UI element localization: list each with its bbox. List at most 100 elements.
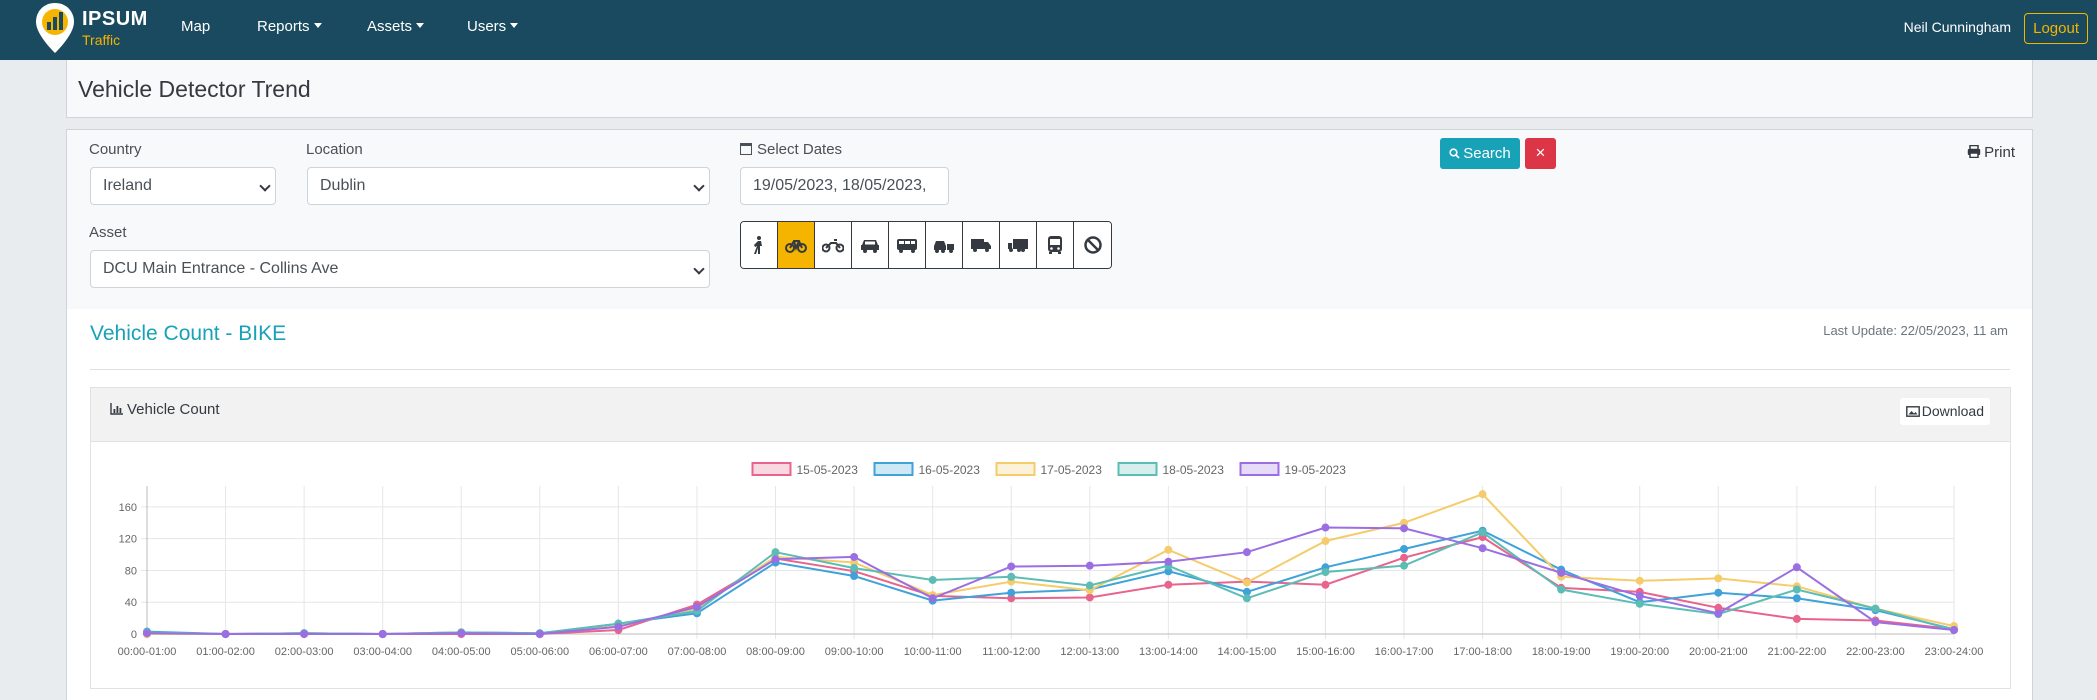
x-tick-label: 08:00-09:00 [746,646,805,658]
data-point [1871,618,1880,627]
legend-swatch [1239,462,1280,476]
data-point [1714,609,1723,618]
legend-item: 18-05-2023 [1117,462,1225,477]
line-chart: 0 40 80 120 160 00:00-01:00 01:00-02:00 02:00-0… [118,462,1983,658]
location-pin-icon [36,3,74,53]
country-select[interactable]: Ireland [90,167,276,205]
data-point [850,572,859,581]
legend-label: 19-05-2023 [1285,463,1347,477]
data-point [1321,580,1330,589]
x-tick-label: 03:00-04:00 [353,646,412,658]
print-button[interactable]: Print [1967,144,2015,161]
x-tick-label: 17:00-18:00 [1453,646,1512,658]
clear-button[interactable]: × [1525,138,1556,169]
chevron-down-icon [259,180,271,192]
data-point [1792,585,1801,594]
x-tick-label: 00:00-01:00 [118,646,177,658]
brand-logo[interactable]: IPSUM Traffic [34,2,147,54]
chart-title: Vehicle Count [127,401,220,418]
data-point [1635,576,1644,585]
data-point [771,555,780,564]
data-point [850,552,859,561]
data-point [928,594,937,603]
logout-button[interactable]: Logout [2024,13,2088,44]
legend-label: 18-05-2023 [1163,463,1225,477]
dates-input[interactable]: 19/05/2023, 18/05/2023, [740,167,949,205]
vehicle-type-pedestrian[interactable] [741,222,778,268]
x-tick-label: 15:00-16:00 [1296,646,1355,658]
series-line [146,531,1955,636]
x-tick-label: 04:00-05:00 [432,646,491,658]
data-point [1164,557,1173,566]
vehicle-type-toggle-group [740,221,1112,269]
data-point [1400,561,1409,570]
section-title: Vehicle Count - BIKE [90,322,287,345]
car-icon [861,240,879,253]
data-point [378,630,387,638]
x-tick-label: 18:00-19:00 [1532,646,1591,658]
printer-icon [1967,144,1981,159]
chart-header: Vehicle Count Download [91,388,2010,442]
nav-reports[interactable]: Reports [257,18,322,35]
y-tick-label: 120 [119,534,137,546]
vehicle-type-bicycle[interactable] [778,222,815,268]
nav-assets[interactable]: Assets [367,18,425,35]
vehicle-type-truck[interactable] [963,222,1000,268]
data-point [300,630,309,638]
x-tick-label: 21:00-22:00 [1768,646,1827,658]
data-point [1164,545,1173,554]
data-point [1085,593,1094,602]
chart-body: 0 40 80 120 160 00:00-01:00 01:00-02:00 02:00-0… [91,443,2010,688]
print-label: Print [1984,144,2015,161]
y-tick-label: 160 [119,502,137,514]
vehicle-type-lorry[interactable] [1000,222,1037,268]
last-update: Last Update: 22/05/2023, 11 am [1823,323,2008,338]
data-point [1557,585,1566,594]
bar-chart-icon [110,403,123,415]
data-point [1478,528,1487,537]
data-point [1635,591,1644,600]
x-tick-label: 09:00-10:00 [825,646,884,658]
series-line [146,529,1955,636]
legend-label: 16-05-2023 [919,463,981,477]
nav-reports-label: Reports [257,18,310,35]
x-tick-label: 01:00-02:00 [196,646,255,658]
nav-users[interactable]: Users [467,18,519,35]
data-point [1321,568,1330,577]
data-point [1400,524,1409,533]
data-point [1007,572,1016,581]
asset-label: Asset [89,224,127,241]
data-point [1792,594,1801,603]
x-tick-label: 22:00-23:00 [1846,646,1905,658]
data-point [692,602,701,611]
vehicle-type-car[interactable] [852,222,889,268]
x-tick-label: 06:00-07:00 [589,646,648,658]
motorcycle-icon [822,239,844,253]
search-icon [1449,148,1460,159]
asset-select[interactable]: DCU Main Entrance - Collins Ave [90,250,710,288]
caret-down-icon [313,23,322,28]
dates-label: Select Dates [740,141,842,158]
x-tick-label: 13:00-14:00 [1139,646,1198,658]
data-point [1242,594,1251,603]
location-label: Location [306,141,363,158]
download-button[interactable]: Download [1899,398,1990,425]
caret-down-icon [510,23,519,28]
asset-value: DCU Main Entrance - Collins Ave [103,260,339,277]
search-button-label: Search [1463,145,1511,162]
top-navbar: IPSUM Traffic Map Reports Assets Users N… [0,0,2097,60]
vehicle-type-motorcycle[interactable] [815,222,852,268]
search-button[interactable]: Search [1440,138,1520,169]
data-point [1242,578,1251,587]
location-select[interactable]: Dublin [307,167,710,205]
vehicle-type-none[interactable] [1074,222,1111,268]
nav-map[interactable]: Map [181,18,210,35]
x-tick-label: 10:00-11:00 [904,646,962,658]
legend-label: 17-05-2023 [1041,463,1103,477]
vehicle-type-bus[interactable] [1037,222,1074,268]
vehicle-type-car-trailer[interactable] [926,222,963,268]
vehicle-type-van[interactable] [889,222,926,268]
data-point [143,629,151,638]
data-point [1321,523,1330,532]
series-16-05-2023 [143,526,1958,638]
